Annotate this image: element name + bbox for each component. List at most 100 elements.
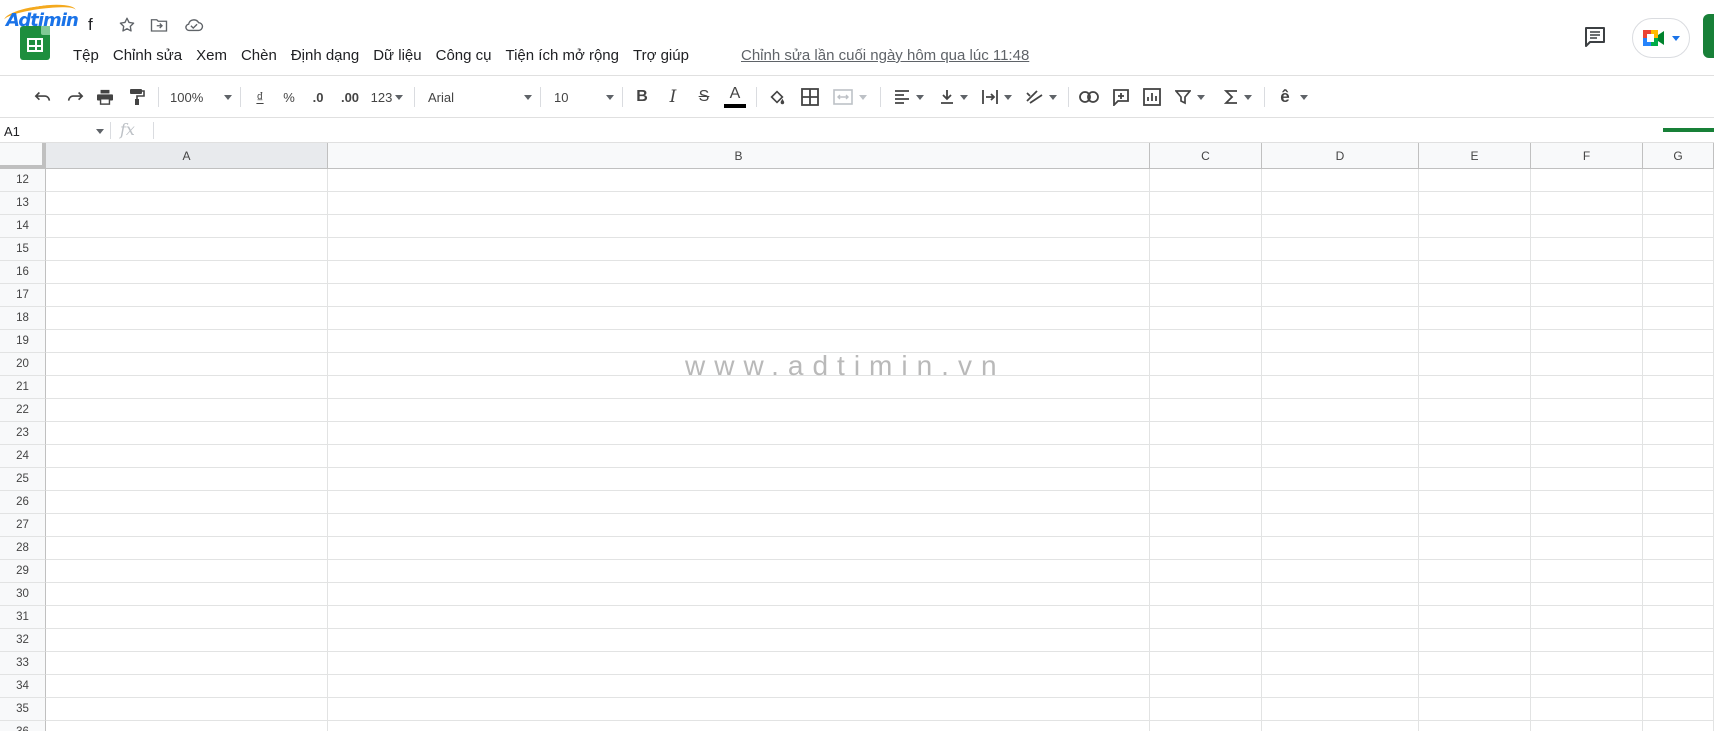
row-header-21[interactable]: 21 (0, 376, 46, 399)
cell-g20[interactable] (1643, 353, 1714, 375)
column-header-e[interactable]: E (1419, 143, 1531, 169)
cell-f27[interactable] (1531, 514, 1643, 536)
cell-d31[interactable] (1262, 606, 1419, 628)
cell-f29[interactable] (1531, 560, 1643, 582)
cell-d20[interactable] (1262, 353, 1419, 375)
cell-b22[interactable] (328, 399, 1150, 421)
cell-c28[interactable] (1150, 537, 1262, 559)
cell-d27[interactable] (1262, 514, 1419, 536)
move-folder-icon[interactable] (148, 14, 170, 36)
cell-g17[interactable] (1643, 284, 1714, 306)
cell-c27[interactable] (1150, 514, 1262, 536)
cell-f25[interactable] (1531, 468, 1643, 490)
row-header-19[interactable]: 19 (0, 330, 46, 353)
insert-chart-icon[interactable] (1139, 84, 1165, 110)
cell-f31[interactable] (1531, 606, 1643, 628)
row-header-31[interactable]: 31 (0, 606, 46, 629)
cell-b25[interactable] (328, 468, 1150, 490)
column-header-b[interactable]: B (328, 143, 1150, 169)
text-wrapping-icon[interactable] (978, 84, 1016, 110)
cell-a27[interactable] (46, 514, 328, 536)
cell-b18[interactable] (328, 307, 1150, 329)
cell-g29[interactable] (1643, 560, 1714, 582)
zoom-select[interactable]: 100% (170, 84, 232, 110)
row-header-25[interactable]: 25 (0, 468, 46, 491)
cell-c26[interactable] (1150, 491, 1262, 513)
cell-c35[interactable] (1150, 698, 1262, 720)
cell-a18[interactable] (46, 307, 328, 329)
cell-f19[interactable] (1531, 330, 1643, 352)
cell-b19[interactable] (328, 330, 1150, 352)
undo-icon[interactable] (30, 84, 56, 110)
row-header-30[interactable]: 30 (0, 583, 46, 606)
cell-c14[interactable] (1150, 215, 1262, 237)
cell-g31[interactable] (1643, 606, 1714, 628)
cell-d32[interactable] (1262, 629, 1419, 651)
cell-g22[interactable] (1643, 399, 1714, 421)
cell-g13[interactable] (1643, 192, 1714, 214)
cell-d35[interactable] (1262, 698, 1419, 720)
cell-a23[interactable] (46, 422, 328, 444)
cell-d33[interactable] (1262, 652, 1419, 674)
cell-g16[interactable] (1643, 261, 1714, 283)
row-header-35[interactable]: 35 (0, 698, 46, 721)
column-header-g[interactable]: G (1643, 143, 1714, 169)
cell-f20[interactable] (1531, 353, 1643, 375)
row-header-26[interactable]: 26 (0, 491, 46, 514)
cell-f16[interactable] (1531, 261, 1643, 283)
cell-e23[interactable] (1419, 422, 1531, 444)
redo-icon[interactable] (62, 84, 88, 110)
cell-d14[interactable] (1262, 215, 1419, 237)
cell-d23[interactable] (1262, 422, 1419, 444)
cell-e26[interactable] (1419, 491, 1531, 513)
cell-d29[interactable] (1262, 560, 1419, 582)
cell-g21[interactable] (1643, 376, 1714, 398)
share-button[interactable] (1703, 14, 1714, 58)
cell-b33[interactable] (328, 652, 1150, 674)
row-header-27[interactable]: 27 (0, 514, 46, 537)
name-box[interactable]: A1 (4, 122, 104, 140)
cell-f30[interactable] (1531, 583, 1643, 605)
cell-b21[interactable] (328, 376, 1150, 398)
cell-g26[interactable] (1643, 491, 1714, 513)
insert-comment-icon[interactable] (1108, 84, 1134, 110)
cell-c36[interactable] (1150, 721, 1262, 731)
cell-d25[interactable] (1262, 468, 1419, 490)
cell-g33[interactable] (1643, 652, 1714, 674)
cell-b29[interactable] (328, 560, 1150, 582)
cell-e16[interactable] (1419, 261, 1531, 283)
menu-format[interactable]: Định dạng (284, 44, 366, 68)
cell-e18[interactable] (1419, 307, 1531, 329)
cell-d26[interactable] (1262, 491, 1419, 513)
cell-b26[interactable] (328, 491, 1150, 513)
cell-a14[interactable] (46, 215, 328, 237)
cell-c22[interactable] (1150, 399, 1262, 421)
decrease-decimal-button[interactable]: .0 (306, 84, 330, 110)
cell-d30[interactable] (1262, 583, 1419, 605)
cell-a30[interactable] (46, 583, 328, 605)
cell-d13[interactable] (1262, 192, 1419, 214)
cell-b31[interactable] (328, 606, 1150, 628)
cell-c32[interactable] (1150, 629, 1262, 651)
menu-edit[interactable]: Chỉnh sửa (106, 44, 189, 68)
cell-c24[interactable] (1150, 445, 1262, 467)
cell-e30[interactable] (1419, 583, 1531, 605)
font-family-select[interactable]: Arial (428, 84, 532, 110)
row-header-16[interactable]: 16 (0, 261, 46, 284)
cell-f28[interactable] (1531, 537, 1643, 559)
row-header-36[interactable]: 36 (0, 721, 46, 731)
cell-e28[interactable] (1419, 537, 1531, 559)
cell-e20[interactable] (1419, 353, 1531, 375)
cell-c33[interactable] (1150, 652, 1262, 674)
cell-a24[interactable] (46, 445, 328, 467)
row-header-23[interactable]: 23 (0, 422, 46, 445)
cell-c17[interactable] (1150, 284, 1262, 306)
more-formats-button[interactable]: 123 (368, 84, 406, 110)
column-header-a[interactable]: A (46, 143, 328, 169)
cell-e29[interactable] (1419, 560, 1531, 582)
cell-d24[interactable] (1262, 445, 1419, 467)
cloud-saved-icon[interactable] (183, 14, 205, 36)
cell-g36[interactable] (1643, 721, 1714, 731)
cell-e12[interactable] (1419, 169, 1531, 191)
font-size-select[interactable]: 10 (554, 84, 614, 110)
